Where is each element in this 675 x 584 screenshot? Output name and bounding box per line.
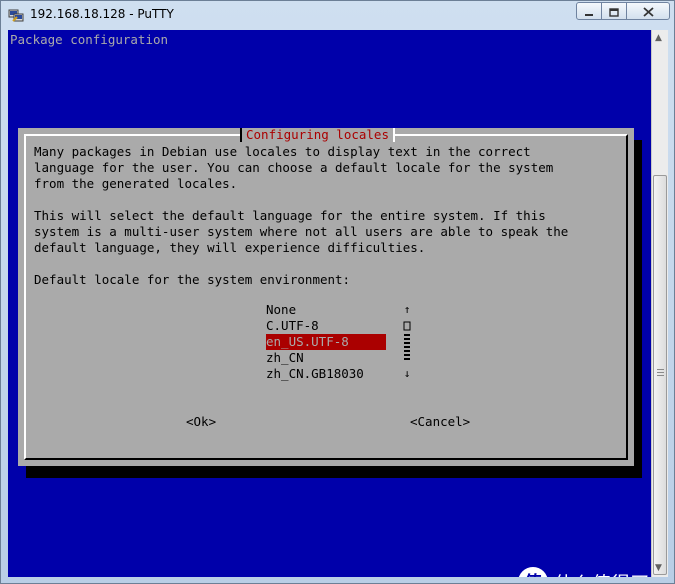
dialog-title: Configuring locales: [240, 128, 395, 142]
scroll-thumb-icon[interactable]: [402, 350, 412, 366]
locale-option-c-utf8[interactable]: C.UTF-8: [266, 318, 386, 334]
close-icon: [642, 2, 654, 21]
scroll-down-icon[interactable]: ▼: [655, 563, 662, 573]
close-button[interactable]: [626, 2, 670, 20]
window-controls: [576, 2, 670, 20]
dialog-text-line: language for the user. You can choose a …: [34, 160, 554, 175]
watermark: 值 什么值得买: [518, 567, 649, 577]
dialog-text-line: This will select the default language fo…: [34, 208, 546, 223]
scroll-down-arrow-icon[interactable]: ↓: [402, 366, 412, 382]
locale-option-zh-cn-gb18030[interactable]: zh_CN.GB18030: [266, 366, 386, 382]
terminal-scrollbar[interactable]: ▲ ▼: [651, 30, 668, 577]
package-configuration-header: Package configuration: [10, 32, 169, 47]
locale-option-en-us-utf8[interactable]: en_US.UTF-8: [266, 334, 386, 350]
watermark-logo-icon: 值: [518, 567, 548, 577]
dialog-text-line: Many packages in Debian use locales to d…: [34, 144, 531, 159]
dialog-text-line: default language, they will experience d…: [34, 240, 426, 255]
scroll-up-icon[interactable]: ▲: [655, 33, 662, 43]
dialog-text-line: from the generated locales.: [34, 176, 238, 191]
watermark-text: 什么值得买: [554, 569, 649, 578]
putty-icon[interactable]: [8, 7, 24, 23]
dialog-text-line: system is a multi-user system where not …: [34, 224, 569, 239]
cancel-button[interactable]: <Cancel>: [410, 414, 470, 429]
maximize-icon: [609, 2, 619, 21]
title-bar[interactable]: 192.168.18.128 - PuTTY: [1, 1, 675, 29]
locale-option-none[interactable]: None: [266, 302, 386, 318]
minimize-button[interactable]: [576, 2, 602, 20]
terminal-screen[interactable]: Package configuration Configuring locale…: [8, 30, 651, 577]
window-title: 192.168.18.128 - PuTTY: [30, 7, 174, 21]
scroll-up-arrow-icon[interactable]: ↑: [402, 302, 412, 318]
minimize-icon: [584, 2, 594, 21]
scrollbar-thumb[interactable]: [653, 175, 667, 575]
ok-button[interactable]: <Ok>: [186, 414, 216, 429]
default-locale-prompt: Default locale for the system environmen…: [34, 272, 351, 287]
locale-list[interactable]: None C.UTF-8 en_US.UTF-8 zh_CN zh_CN.GB1…: [266, 302, 386, 382]
scroll-track-icon: [402, 318, 412, 334]
locale-option-zh-cn[interactable]: zh_CN: [266, 350, 386, 366]
configuring-locales-dialog: Configuring locales Many packages in Deb…: [18, 128, 634, 466]
maximize-button[interactable]: [601, 2, 627, 20]
putty-window: 192.168.18.128 - PuTTY Package configura…: [0, 0, 675, 584]
list-scroll-indicator[interactable]: ↑ ↓: [402, 302, 412, 382]
scroll-thumb-icon[interactable]: [402, 334, 412, 350]
